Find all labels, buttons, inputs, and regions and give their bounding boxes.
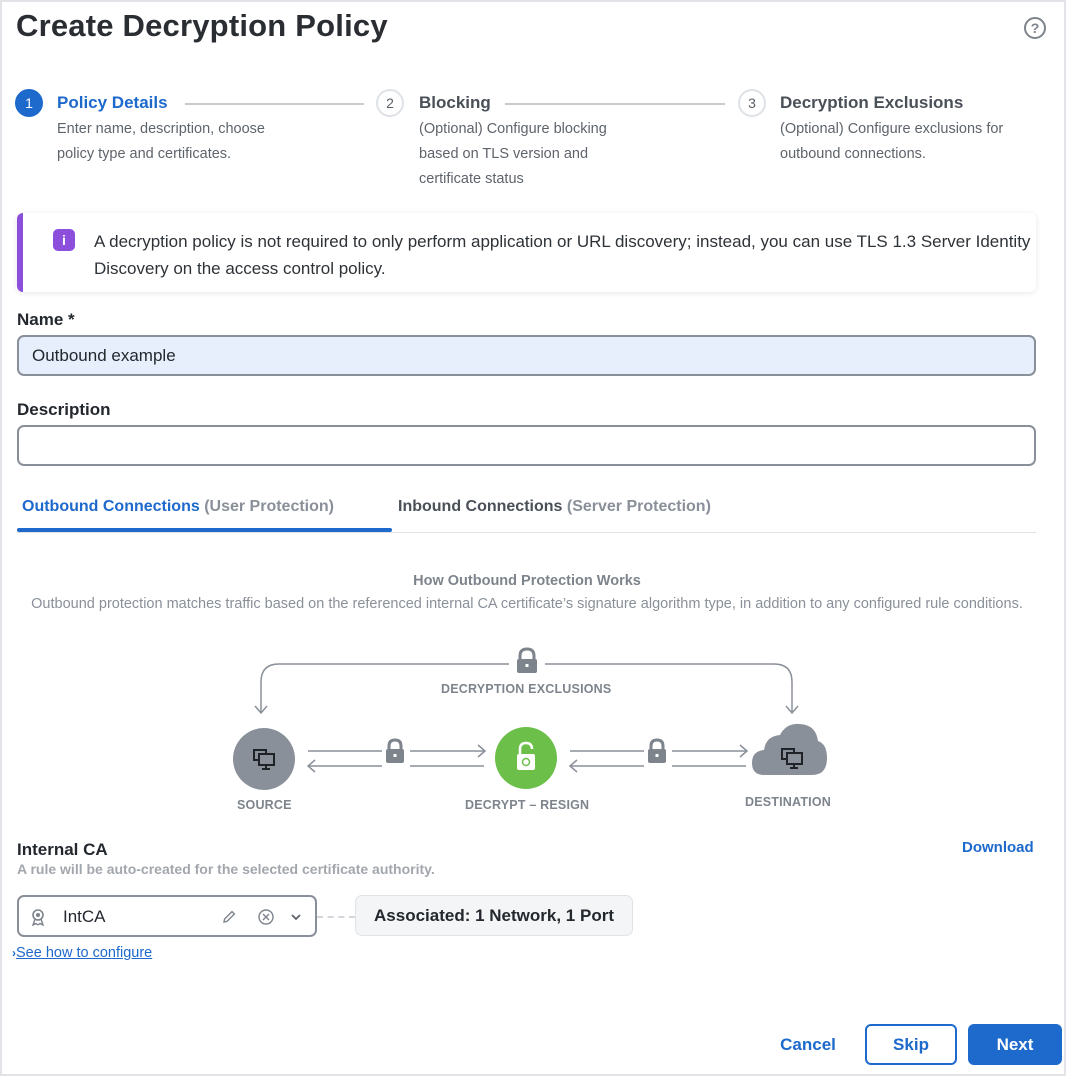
- see-how-label: See how to configure: [16, 945, 153, 961]
- description-input[interactable]: [17, 425, 1036, 466]
- how-it-works-description: Outbound protection matches traffic base…: [31, 596, 1023, 612]
- step-description-line: based on TLS version and: [419, 146, 589, 162]
- cancel-button[interactable]: Cancel: [768, 1024, 848, 1065]
- download-link[interactable]: Download: [962, 839, 1034, 856]
- step-title: Blocking: [419, 93, 491, 112]
- step-number: 1: [15, 89, 43, 117]
- next-button[interactable]: Next: [968, 1024, 1062, 1065]
- destination-node: [752, 723, 827, 775]
- lock-icon: [386, 738, 404, 763]
- description-label: Description: [17, 400, 111, 419]
- name-label: Name *: [17, 310, 75, 329]
- name-input[interactable]: [17, 335, 1036, 376]
- how-it-works-title: How Outbound Protection Works: [413, 573, 641, 589]
- step-number: 3: [738, 89, 766, 117]
- step-title: Policy Details: [57, 93, 168, 112]
- association-connector: [317, 916, 355, 918]
- tab-sublabel: (Server Protection): [562, 498, 711, 515]
- source-node: [233, 728, 295, 790]
- step-description: (Optional) Configure blocking based on T…: [419, 117, 607, 192]
- edit-icon[interactable]: [221, 909, 237, 925]
- tab-label: Inbound Connections: [398, 498, 563, 515]
- associated-badge: Associated: 1 Network, 1 Port: [355, 895, 633, 936]
- active-tab-indicator: [17, 528, 392, 532]
- exclusions-label: DECRYPTION EXCLUSIONS: [441, 682, 612, 696]
- internal-ca-subtitle: A rule will be auto-created for the sele…: [17, 861, 435, 877]
- step-description-line: (Optional) Configure exclusions for: [780, 121, 1004, 137]
- internal-ca-title: Internal CA: [17, 840, 108, 859]
- connection-tabs: Outbound Connections (User Protection) I…: [17, 490, 1036, 533]
- source-label: SOURCE: [237, 798, 292, 812]
- tab-sublabel: (User Protection): [199, 498, 334, 515]
- decrypt-resign-node: [495, 727, 557, 789]
- lock-icon: [517, 647, 537, 673]
- page-title: Create Decryption Policy: [16, 8, 388, 43]
- skip-button[interactable]: Skip: [865, 1024, 957, 1065]
- lock-icon: [648, 738, 666, 763]
- step-connector: [185, 103, 364, 105]
- internal-ca-value: IntCA: [63, 907, 106, 926]
- tab-label: Outbound Connections: [22, 498, 200, 515]
- alert-text: A decryption policy is not required to o…: [94, 232, 1031, 278]
- step-description-line: (Optional) Configure blocking: [419, 121, 607, 137]
- step-title: Decryption Exclusions: [780, 93, 964, 112]
- step-description-line: policy type and certificates.: [57, 146, 232, 162]
- step-number: 2: [376, 89, 404, 117]
- chevron-down-icon[interactable]: [289, 910, 303, 924]
- info-icon: i: [53, 229, 75, 251]
- step-description: Enter name, description, choose policy t…: [57, 117, 265, 167]
- dialog-frame: Create Decryption Policy ? 1 Policy Deta…: [0, 0, 1066, 1076]
- destination-label: DESTINATION: [745, 795, 831, 809]
- step-description-line: certificate status: [419, 171, 524, 187]
- tab-outbound-connections[interactable]: Outbound Connections (User Protection): [22, 498, 334, 516]
- step-description-line: outbound connections.: [780, 146, 926, 162]
- decrypt-resign-label: DECRYPT – RESIGN: [465, 798, 590, 812]
- question-circle-icon[interactable]: ?: [1024, 17, 1046, 39]
- see-how-to-configure-link[interactable]: ›See how to configure: [12, 945, 152, 961]
- step-description-line: Enter name, description, choose: [57, 121, 265, 137]
- certificate-icon: [31, 909, 45, 926]
- info-alert: i A decryption policy is not required to…: [17, 213, 1036, 292]
- outbound-protection-diagram: DECRYPTION EXCLUSIONS SOURCE DECRYPT – R…: [2, 642, 1066, 822]
- step-connector: [505, 103, 725, 105]
- clear-icon[interactable]: [257, 908, 275, 926]
- tab-inbound-connections[interactable]: Inbound Connections (Server Protection): [398, 498, 711, 516]
- step-description: (Optional) Configure exclusions for outb…: [780, 117, 1003, 167]
- internal-ca-select[interactable]: IntCA: [17, 895, 317, 937]
